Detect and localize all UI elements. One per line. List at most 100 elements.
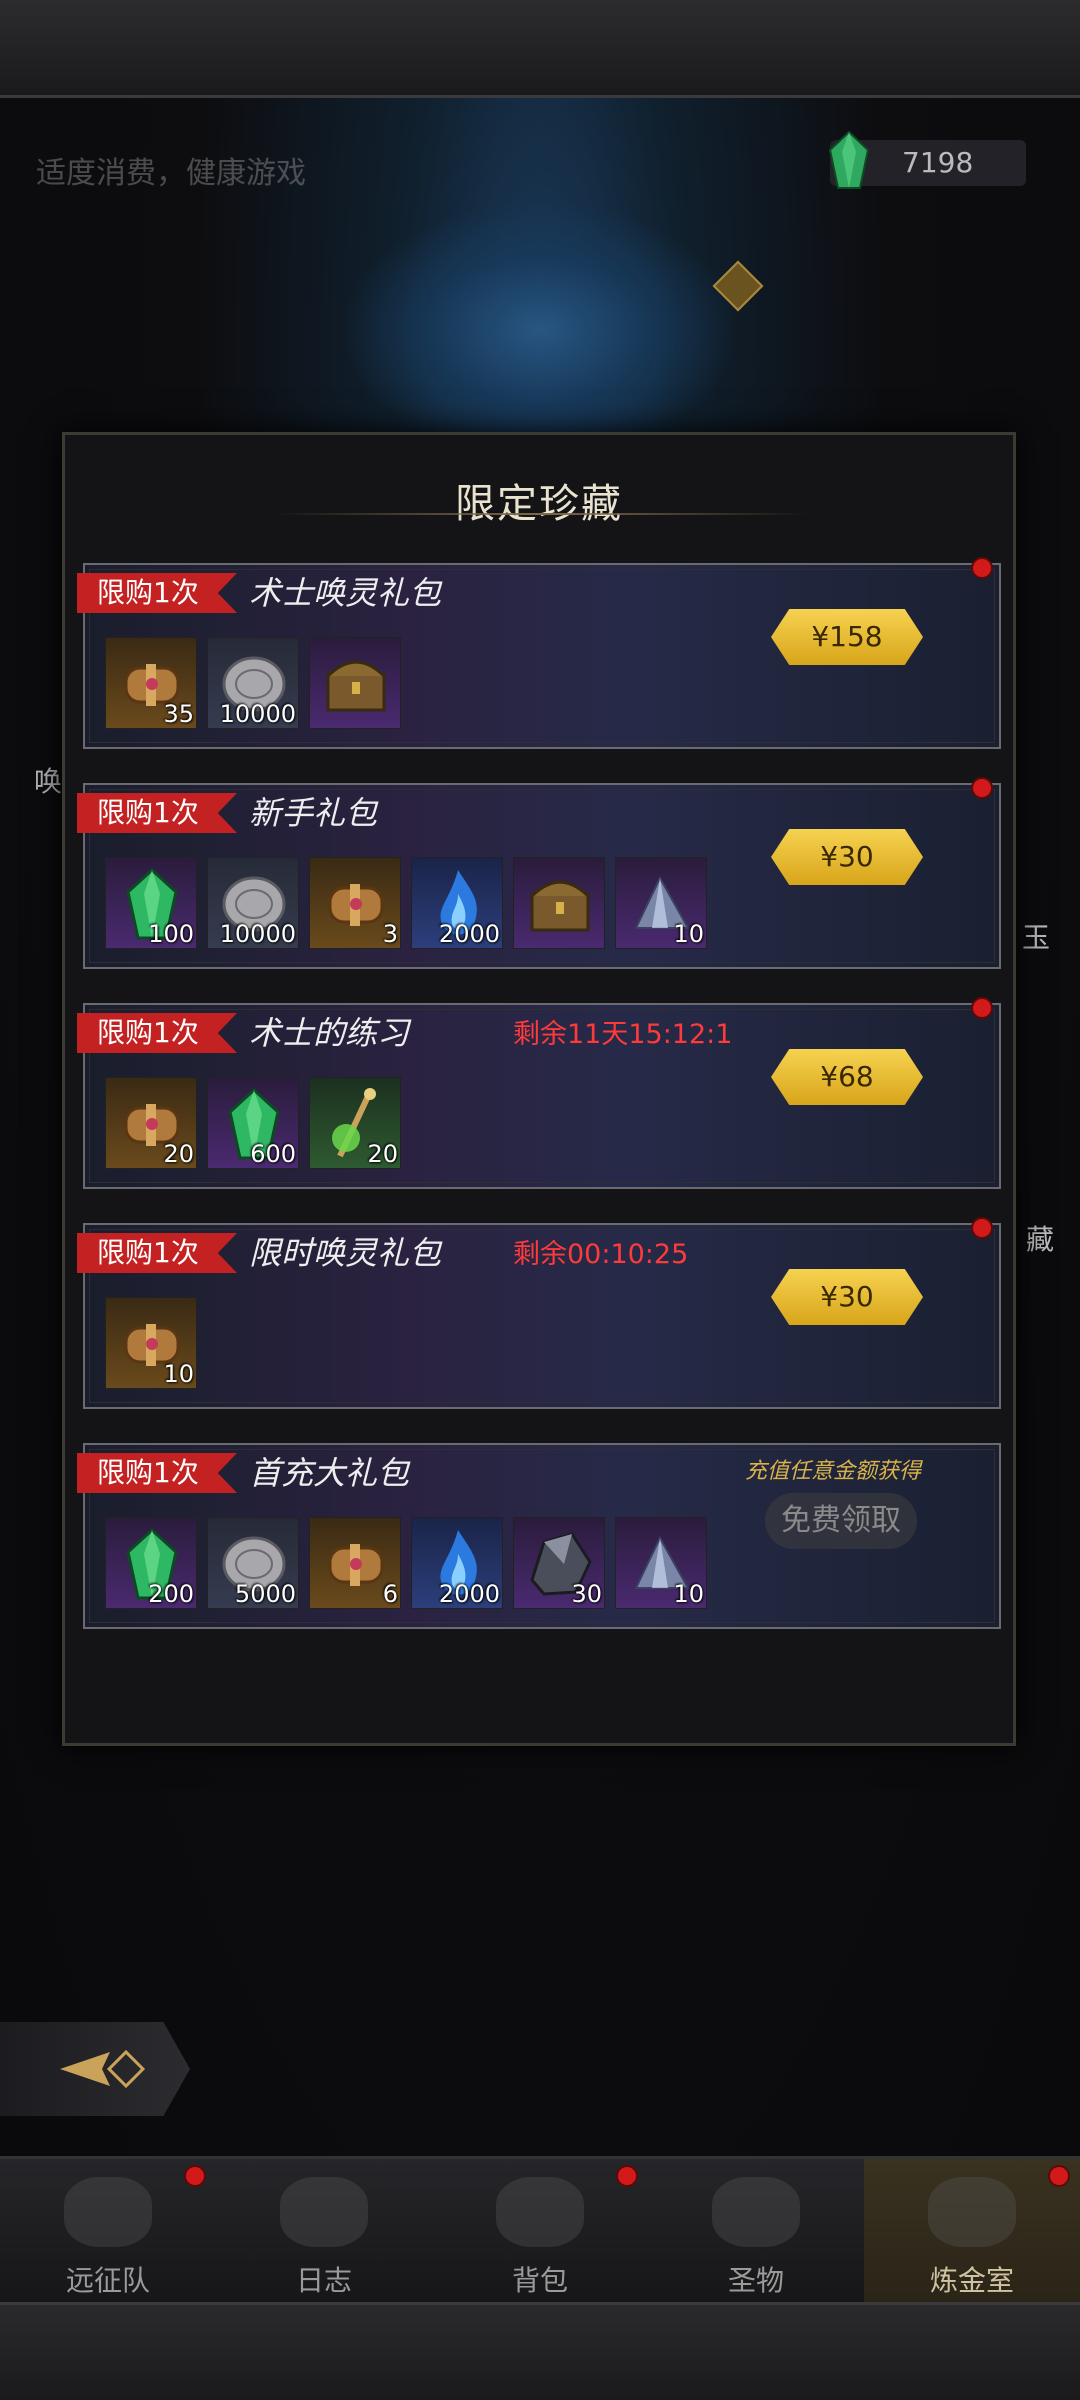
- notification-dot: [971, 557, 993, 579]
- item-count: 10: [673, 920, 704, 948]
- item-count: 100: [148, 920, 194, 948]
- chalice-icon: [712, 2177, 800, 2247]
- nav-label: 日志: [295, 2264, 352, 2297]
- reward-items: 200 5000 6 2000 30 10: [105, 1517, 707, 1609]
- health-notice: 适度消费，健康游戏: [36, 156, 306, 191]
- alchemy-icon: [928, 2177, 1016, 2247]
- limit-tag: 限购1次: [77, 1453, 237, 1493]
- nav-tab[interactable]: 日志: [216, 2159, 432, 2305]
- item-count: 10: [163, 1360, 194, 1388]
- reward-items: 35 10000: [105, 637, 401, 729]
- notification-dot: [184, 2165, 206, 2187]
- nav-tab[interactable]: 远征队: [0, 2159, 216, 2305]
- portal-orb: [340, 200, 740, 460]
- reward-item[interactable]: 2000: [411, 857, 503, 949]
- nav-label: 炼金室: [929, 2264, 1014, 2297]
- reward-item[interactable]: 10: [615, 857, 707, 949]
- reward-item[interactable]: 600: [207, 1077, 299, 1169]
- reward-item[interactable]: [513, 857, 605, 949]
- reward-item[interactable]: 200: [105, 1517, 197, 1609]
- gift-package-card: 限购1次 术士的练习 剩余11天15:12:1 20 600 20 ¥68: [77, 997, 1001, 1189]
- item-count: 35: [163, 700, 194, 728]
- reward-item[interactable]: 100: [105, 857, 197, 949]
- top-frame: [0, 0, 1080, 98]
- green-gem-icon: [828, 130, 870, 189]
- price-button[interactable]: ¥30: [771, 829, 923, 885]
- nav-tab[interactable]: 炼金室: [864, 2159, 1080, 2305]
- notification-dot: [971, 997, 993, 1019]
- item-count: 3: [382, 920, 398, 948]
- limit-tag: 限购1次: [77, 793, 237, 833]
- item-count: 30: [571, 1580, 602, 1608]
- item-count: 20: [367, 1140, 398, 1168]
- map-scroll-icon: [280, 2177, 368, 2247]
- reward-item[interactable]: 30: [513, 1517, 605, 1609]
- price-button[interactable]: ¥158: [771, 609, 923, 665]
- nav-label: 圣物: [727, 2264, 784, 2297]
- notification-dot: [971, 777, 993, 799]
- arrow-left-icon: [60, 2049, 146, 2089]
- nav-label: 远征队: [65, 2264, 150, 2297]
- price-button[interactable]: ¥68: [771, 1049, 923, 1105]
- gift-package-card: 限购1次 新手礼包 100 10000 3 2000 10 ¥30: [77, 777, 1001, 969]
- nav-tab[interactable]: 背包: [432, 2159, 648, 2305]
- reward-items: 10: [105, 1297, 197, 1389]
- item-count: 2000: [438, 1580, 500, 1608]
- back-button[interactable]: [0, 2022, 190, 2116]
- gift-package-card: 限购1次 限时唤灵礼包 剩余00:10:25 10 ¥30: [77, 1217, 1001, 1409]
- reward-item[interactable]: 10000: [207, 637, 299, 729]
- package-name: 首充大礼包: [249, 1454, 410, 1492]
- reward-item[interactable]: 20: [105, 1077, 197, 1169]
- bottom-frame: [0, 2302, 1080, 2400]
- dialog-title: 限定珍藏: [455, 481, 623, 527]
- notification-dot: [1048, 2165, 1070, 2187]
- treasure-chest-icon: [514, 880, 604, 948]
- nav-tab[interactable]: 圣物: [648, 2159, 864, 2305]
- countdown-timer: 剩余00:10:25: [513, 1239, 689, 1270]
- gem-count: 7198: [902, 146, 974, 179]
- notification-dot: [616, 2165, 638, 2187]
- item-count: 10000: [219, 920, 296, 948]
- price-button[interactable]: ¥30: [771, 1269, 923, 1325]
- side-label-collect: 藏: [1026, 1223, 1055, 1256]
- reward-item[interactable]: 6: [309, 1517, 401, 1609]
- free-claim-note: 充值任意金额获得: [745, 1459, 922, 1484]
- package-name: 新手礼包: [249, 794, 378, 832]
- countdown-timer: 剩余11天15:12:1: [513, 1019, 733, 1050]
- reward-items: 100 10000 3 2000 10: [105, 857, 707, 949]
- reward-item[interactable]: 20: [309, 1077, 401, 1169]
- treasure-chest-icon: [310, 660, 400, 728]
- side-label-jade: 玉: [1022, 921, 1051, 954]
- reward-item[interactable]: 10: [105, 1297, 197, 1389]
- title-divider: [275, 513, 809, 515]
- free-claim-button[interactable]: 免费领取: [765, 1493, 917, 1549]
- item-count: 20: [163, 1140, 194, 1168]
- reward-item[interactable]: 35: [105, 637, 197, 729]
- package-name: 术士的练习: [249, 1014, 410, 1052]
- reward-items: 20 600 20: [105, 1077, 401, 1169]
- viking-helmet-icon: [64, 2177, 152, 2247]
- limit-tag: 限购1次: [77, 573, 237, 613]
- item-count: 600: [250, 1140, 296, 1168]
- nav-label: 背包: [511, 2264, 568, 2297]
- reward-item[interactable]: 10000: [207, 857, 299, 949]
- notification-dot: [971, 1217, 993, 1239]
- item-count: 10000: [219, 700, 296, 728]
- item-count: 2000: [438, 920, 500, 948]
- reward-item[interactable]: 2000: [411, 1517, 503, 1609]
- limit-tag: 限购1次: [77, 1233, 237, 1273]
- side-label-left: 唤: [34, 765, 63, 798]
- item-count: 10: [673, 1580, 704, 1608]
- package-name: 术士唤灵礼包: [249, 574, 442, 612]
- gift-package-card: 限购1次 首充大礼包 200 5000 6 2000 30 10 充值任意金额获得免费领取: [77, 1443, 1001, 1629]
- limited-collection-dialog: 限定珍藏 限购1次 术士唤灵礼包 35 10000 ¥158 限购1次 新手礼包 100 100…: [62, 432, 1016, 1746]
- package-name: 限时唤灵礼包: [249, 1234, 442, 1272]
- gift-package-card: 限购1次 术士唤灵礼包 35 10000 ¥158: [77, 557, 1001, 749]
- bottom-nav: 远征队 日志 背包 圣物 炼金室: [0, 2156, 1080, 2305]
- reward-item[interactable]: 3: [309, 857, 401, 949]
- reward-item[interactable]: [309, 637, 401, 729]
- item-count: 6: [382, 1580, 398, 1608]
- reward-item[interactable]: 5000: [207, 1517, 299, 1609]
- reward-item[interactable]: 10: [615, 1517, 707, 1609]
- item-count: 5000: [234, 1580, 296, 1608]
